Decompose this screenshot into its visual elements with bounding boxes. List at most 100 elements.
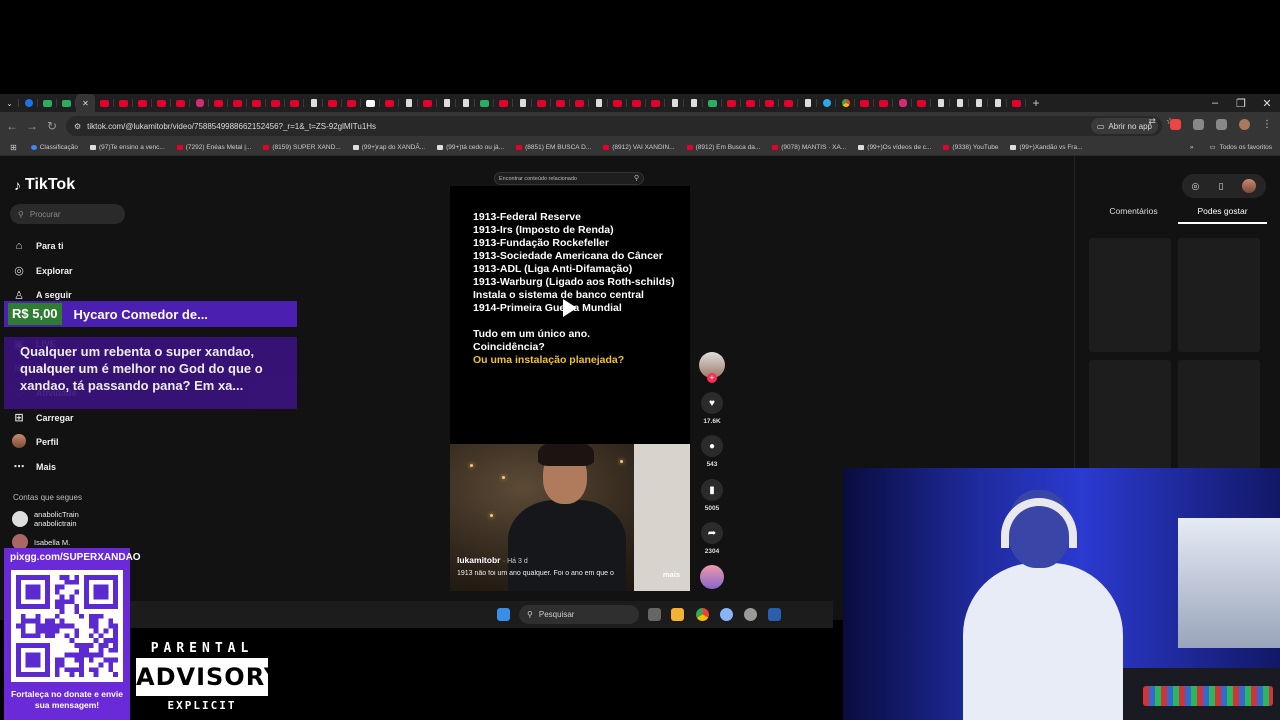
bookmark-item[interactable]: (8159) SUPER XAND... bbox=[263, 144, 341, 151]
menu-icon[interactable]: ⋮ bbox=[1262, 119, 1272, 130]
browser-tab[interactable] bbox=[931, 94, 950, 112]
browser-tab[interactable] bbox=[342, 94, 361, 112]
browser-tab[interactable] bbox=[323, 94, 342, 112]
bookmark-item[interactable]: (8912) Em Busca da... bbox=[686, 144, 760, 151]
browser-tab[interactable] bbox=[779, 94, 798, 112]
browser-tab[interactable] bbox=[912, 94, 931, 112]
new-tab-button[interactable]: + bbox=[1026, 96, 1046, 110]
browser-tab[interactable] bbox=[19, 94, 38, 112]
tab-might-like[interactable]: Podes gostar bbox=[1178, 206, 1267, 224]
browser-tab[interactable] bbox=[152, 94, 171, 112]
browser-tab[interactable] bbox=[513, 94, 532, 112]
sound-avatar[interactable] bbox=[698, 565, 726, 589]
video-player[interactable]: 1913-Federal Reserve 1913-Irs (Imposto d… bbox=[450, 186, 690, 591]
taskbar-search[interactable]: ⚲ Pesquisar bbox=[519, 605, 639, 624]
follow-plus-icon[interactable]: + bbox=[707, 373, 717, 383]
browser-tab[interactable] bbox=[760, 94, 779, 112]
browser-tab[interactable] bbox=[95, 94, 114, 112]
avatar[interactable] bbox=[1242, 179, 1257, 193]
reload-button[interactable]: ↻ bbox=[42, 119, 62, 133]
suggested-video-thumbnail[interactable] bbox=[1178, 360, 1260, 474]
apps-icon[interactable]: ⊞ bbox=[10, 143, 17, 152]
browser-tab[interactable] bbox=[304, 94, 323, 112]
browser-tab[interactable] bbox=[969, 94, 988, 112]
browser-tab[interactable] bbox=[722, 94, 741, 112]
browser-tab[interactable] bbox=[855, 94, 874, 112]
tab-comments[interactable]: Comentários bbox=[1089, 206, 1178, 224]
browser-tab[interactable] bbox=[266, 94, 285, 112]
minimize-button[interactable]: – bbox=[1202, 94, 1228, 112]
task-view-icon[interactable] bbox=[648, 608, 661, 621]
browser-tab[interactable] bbox=[684, 94, 703, 112]
tiktok-logo[interactable]: ♪ TikTok bbox=[14, 176, 75, 194]
sidebar-item-more[interactable]: ⋯ Mais bbox=[12, 455, 85, 480]
creator-avatar[interactable]: + bbox=[698, 352, 726, 383]
bookmark-item[interactable]: (99+)Os vídeos de c... bbox=[858, 144, 931, 151]
browser-tab[interactable] bbox=[798, 94, 817, 112]
browser-tab[interactable] bbox=[209, 94, 228, 112]
browser-tab[interactable] bbox=[893, 94, 912, 112]
browser-tab[interactable] bbox=[874, 94, 893, 112]
browser-tab[interactable]: ✕ bbox=[76, 94, 95, 112]
browser-tab[interactable] bbox=[646, 94, 665, 112]
more-button[interactable]: mais bbox=[663, 570, 680, 579]
sidebar-item-upload[interactable]: ⊞ Carregar bbox=[12, 406, 85, 431]
browser-tab[interactable] bbox=[228, 94, 247, 112]
suggested-video-thumbnail[interactable] bbox=[1178, 238, 1260, 352]
url-text[interactable]: tiktok.com/@lukamitobr/video/75885499886… bbox=[87, 122, 376, 131]
browser-tab[interactable] bbox=[133, 94, 152, 112]
translate-icon[interactable]: ⇄ bbox=[1148, 116, 1156, 127]
file-explorer-icon[interactable] bbox=[671, 608, 684, 621]
browser-tab[interactable] bbox=[57, 94, 76, 112]
all-favorites[interactable]: » ▭ Todos os favoritos bbox=[1190, 143, 1272, 152]
steam-icon[interactable] bbox=[768, 608, 781, 621]
profile-avatar[interactable] bbox=[1239, 119, 1250, 130]
video-author[interactable]: lukamitobr · Há 3 d bbox=[457, 555, 528, 565]
back-button[interactable]: ← bbox=[2, 119, 22, 133]
bookmark-item[interactable]: (9338) YouTube bbox=[943, 144, 998, 151]
browser-tab[interactable] bbox=[570, 94, 589, 112]
bookmark-item[interactable]: (8912) VAI XANDIN... bbox=[603, 144, 675, 151]
chrome-icon[interactable] bbox=[696, 608, 709, 621]
browser-tab[interactable] bbox=[817, 94, 836, 112]
author-name[interactable]: lukamitobr bbox=[457, 555, 500, 565]
settings-icon[interactable] bbox=[720, 608, 733, 621]
like-button[interactable]: ♥ 17.6K bbox=[698, 392, 726, 425]
bookmark-item[interactable]: (7292) Enéas Metal |... bbox=[176, 144, 251, 151]
browser-tab[interactable] bbox=[1007, 94, 1026, 112]
tab-search-icon[interactable]: ⌄ bbox=[0, 94, 19, 112]
browser-tab[interactable] bbox=[551, 94, 570, 112]
browser-tab[interactable] bbox=[741, 94, 760, 112]
omnibox[interactable]: ⚙ tiktok.com/@lukamitobr/video/758854998… bbox=[66, 116, 1162, 136]
browser-tab[interactable] bbox=[703, 94, 722, 112]
browser-tab[interactable] bbox=[418, 94, 437, 112]
browser-tab[interactable] bbox=[988, 94, 1007, 112]
sidebar-item-avatar[interactable]: Perfil bbox=[12, 430, 85, 455]
extension-icon[interactable] bbox=[1170, 119, 1181, 130]
close-window-button[interactable]: ✕ bbox=[1254, 94, 1280, 112]
browser-tab[interactable] bbox=[475, 94, 494, 112]
bookmark-item[interactable]: (97)Te ensino a venc... bbox=[90, 144, 165, 151]
related-search-input[interactable]: Encontrar conteúdo relacionado ⚲ bbox=[494, 172, 644, 185]
suggested-video-thumbnail[interactable] bbox=[1089, 360, 1171, 474]
browser-tab[interactable] bbox=[665, 94, 684, 112]
browser-tab[interactable] bbox=[361, 94, 380, 112]
browser-tab[interactable] bbox=[190, 94, 209, 112]
comment-button[interactable]: ● 543 bbox=[698, 435, 726, 468]
bookmark-item[interactable]: (99+)tá cedo ou já... bbox=[437, 144, 504, 151]
puzzle-icon[interactable] bbox=[1216, 119, 1227, 130]
browser-tab[interactable] bbox=[627, 94, 646, 112]
browser-tab[interactable] bbox=[247, 94, 266, 112]
forward-button[interactable]: → bbox=[22, 119, 42, 133]
sidebar-item-compass[interactable]: ◎ Explorar bbox=[12, 259, 85, 284]
browser-tab[interactable] bbox=[38, 94, 57, 112]
bookmark-item[interactable]: Classificação bbox=[30, 144, 78, 151]
bookmark-item[interactable]: (9078) MANTIS · XA... bbox=[772, 144, 846, 151]
browser-tab[interactable] bbox=[171, 94, 190, 112]
search-input[interactable]: ⚲ Procurar bbox=[10, 204, 125, 224]
browser-tab[interactable] bbox=[608, 94, 627, 112]
bookmark-item[interactable]: (99+)Xandão vs Fra... bbox=[1010, 144, 1083, 151]
suggested-video-thumbnail[interactable] bbox=[1089, 238, 1171, 352]
browser-tab[interactable] bbox=[456, 94, 475, 112]
compass-icon[interactable]: ◎ bbox=[1192, 181, 1200, 192]
